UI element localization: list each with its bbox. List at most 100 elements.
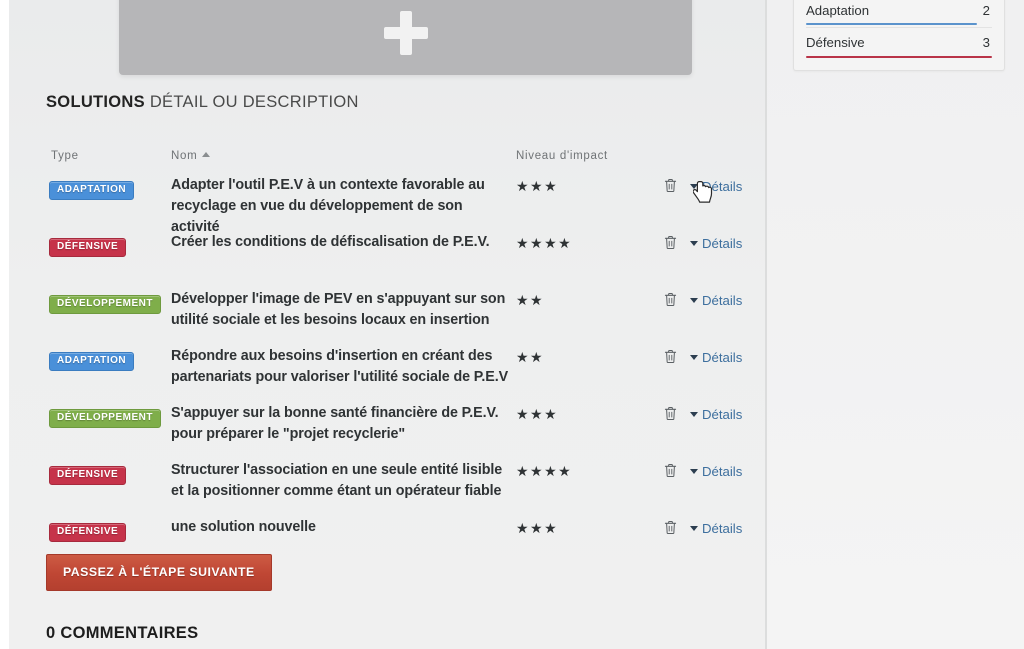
- delete-solution-button[interactable]: [664, 235, 677, 250]
- details-link: Détails: [690, 293, 742, 308]
- app-page: SOLUTIONS DÉTAIL OU DESCRIPTION Type Nom…: [0, 0, 1024, 649]
- table-row: DÉFENSIVE Créer les conditions de défisca…: [46, 227, 746, 284]
- impact-stars-glyphs: ★★★★: [516, 463, 573, 479]
- table-row: ADAPTATION Adapter l'outil P.E.V à un con…: [46, 170, 746, 235]
- type-badge: DÉFENSIVE: [49, 238, 127, 257]
- page-left-edge: [0, 0, 9, 649]
- stat-row: Défensive 3: [806, 28, 992, 60]
- delete-solution-button[interactable]: [664, 406, 677, 421]
- stat-label: Défensive: [806, 35, 865, 50]
- solution-type-cell: DÉVELOPPEMENT: [49, 293, 161, 314]
- impact-stars-glyphs: ★★★: [516, 406, 559, 422]
- type-badge: DÉVELOPPEMENT: [49, 409, 161, 428]
- details-label: Détails: [702, 521, 743, 536]
- main-content-column: SOLUTIONS DÉTAIL OU DESCRIPTION Type Nom…: [9, 0, 766, 649]
- impact-stars: ★★★★: [516, 235, 572, 253]
- column-divider: [765, 0, 767, 649]
- stat-label: Adaptation: [806, 3, 870, 18]
- solution-name-cell: Développer l'image de PEV en s'appuyant …: [171, 291, 506, 328]
- delete-solution-button[interactable]: [664, 292, 677, 307]
- solution-type-cell: ADAPTATION: [49, 350, 135, 371]
- details-link: Détails: [690, 464, 742, 479]
- stat-value: 3: [982, 35, 990, 50]
- solution-name-cell: Structurer l'association en une seule en…: [171, 462, 503, 499]
- impact-stars: ★★: [516, 349, 544, 367]
- caret-down-icon: [690, 241, 698, 246]
- sidebar-column: Developpement2Renforcement0Adaptation2Dé…: [767, 0, 1024, 649]
- page-title-light: DÉTAIL OU DESCRIPTION: [149, 93, 359, 111]
- trash-icon: [664, 406, 677, 421]
- caret-up-icon: [202, 152, 211, 157]
- solution-type-cell: DÉFENSIVE: [49, 236, 127, 257]
- delete-solution-button[interactable]: [664, 349, 677, 364]
- details-toggle[interactable]: Détails: [690, 235, 742, 253]
- details-link: Détails: [690, 521, 742, 536]
- add-solution-panel[interactable]: [119, 0, 692, 75]
- solution-type-cell: DÉFENSIVE: [49, 464, 127, 485]
- details-toggle[interactable]: Détails: [690, 463, 742, 481]
- details-toggle[interactable]: Détails: [690, 406, 742, 424]
- impact-stars: ★★: [516, 292, 544, 310]
- column-header-name[interactable]: Nom: [171, 150, 211, 162]
- solution-type-stats-panel: Developpement2Renforcement0Adaptation2Dé…: [793, 0, 1005, 71]
- column-header-name-label: Nom: [171, 150, 198, 162]
- trash-icon: [664, 520, 677, 535]
- details-toggle[interactable]: Détails: [690, 292, 742, 310]
- stat-value: 2: [982, 3, 990, 18]
- impact-stars: ★★★: [516, 178, 558, 196]
- details-link: Détails: [690, 179, 742, 194]
- delete-solution-button[interactable]: [664, 463, 677, 478]
- trash-icon: [664, 292, 677, 307]
- impact-stars-glyphs: ★★: [516, 349, 545, 365]
- caret-down-icon: [690, 184, 698, 189]
- details-toggle[interactable]: Détails: [690, 178, 742, 196]
- trash-icon: [664, 235, 677, 250]
- type-badge: DÉVELOPPEMENT: [49, 295, 161, 314]
- caret-down-icon: [690, 412, 698, 417]
- details-link: Détails: [690, 236, 742, 251]
- solution-type-cell: ADAPTATION: [49, 179, 135, 200]
- table-header-row: Type Nom Niveau d'impact: [46, 140, 746, 170]
- impact-stars-glyphs: ★★★: [516, 178, 559, 194]
- impact-stars-glyphs: ★★: [516, 292, 545, 308]
- solution-type-cell: DÉVELOPPEMENT: [49, 407, 161, 428]
- stat-row: Adaptation 2: [806, 0, 992, 28]
- stat-bar: [806, 56, 992, 58]
- type-badge: ADAPTATION: [49, 181, 135, 200]
- solution-name-cell: S'appuyer sur la bonne santé financière …: [171, 405, 499, 442]
- trash-icon: [664, 463, 677, 478]
- impact-stars: ★★★★: [516, 463, 572, 481]
- delete-solution-button[interactable]: [664, 178, 677, 193]
- details-label: Détails: [702, 179, 743, 194]
- details-link: Détails: [690, 350, 742, 365]
- column-header-impact: Niveau d'impact: [516, 150, 608, 162]
- type-badge: ADAPTATION: [49, 352, 135, 371]
- table-row: ADAPTATION Répondre aux besoins d'inserti…: [46, 341, 746, 398]
- caret-down-icon: [690, 298, 698, 303]
- caret-down-icon: [690, 526, 698, 531]
- trash-icon: [664, 178, 677, 193]
- details-label: Détails: [702, 464, 743, 479]
- comments-heading: 0 COMMENTAIRES: [46, 624, 199, 642]
- impact-stars: ★★★: [516, 406, 558, 424]
- type-badge: DÉFENSIVE: [49, 466, 127, 485]
- delete-solution-button[interactable]: [664, 520, 677, 535]
- stat-bar: [806, 23, 978, 25]
- details-label: Détails: [702, 293, 743, 308]
- column-header-type: Type: [51, 150, 79, 162]
- solution-name-cell: Créer les conditions de défiscalisation …: [171, 234, 490, 250]
- table-row: DÉVELOPPEMENT S'appuyer sur la bonne sant…: [46, 398, 746, 455]
- details-link: Détails: [690, 407, 742, 422]
- solution-type-cell: DÉFENSIVE: [49, 521, 127, 542]
- impact-stars: ★★★: [516, 520, 558, 538]
- details-toggle[interactable]: Détails: [690, 520, 742, 538]
- details-label: Détails: [702, 236, 743, 251]
- details-toggle[interactable]: Détails: [690, 349, 742, 367]
- table-body: ADAPTATION Adapter l'outil P.E.V à un con…: [46, 170, 746, 561]
- plus-icon: [383, 10, 429, 56]
- caret-down-icon: [690, 355, 698, 360]
- solution-name-cell: Répondre aux besoins d'insertion en créa…: [171, 348, 509, 385]
- caret-down-icon: [690, 469, 698, 474]
- solutions-table: Type Nom Niveau d'impact ADAPTATION Adapt…: [46, 140, 746, 561]
- next-step-button[interactable]: PASSEZ À L'ÉTAPE SUIVANTE: [46, 554, 272, 591]
